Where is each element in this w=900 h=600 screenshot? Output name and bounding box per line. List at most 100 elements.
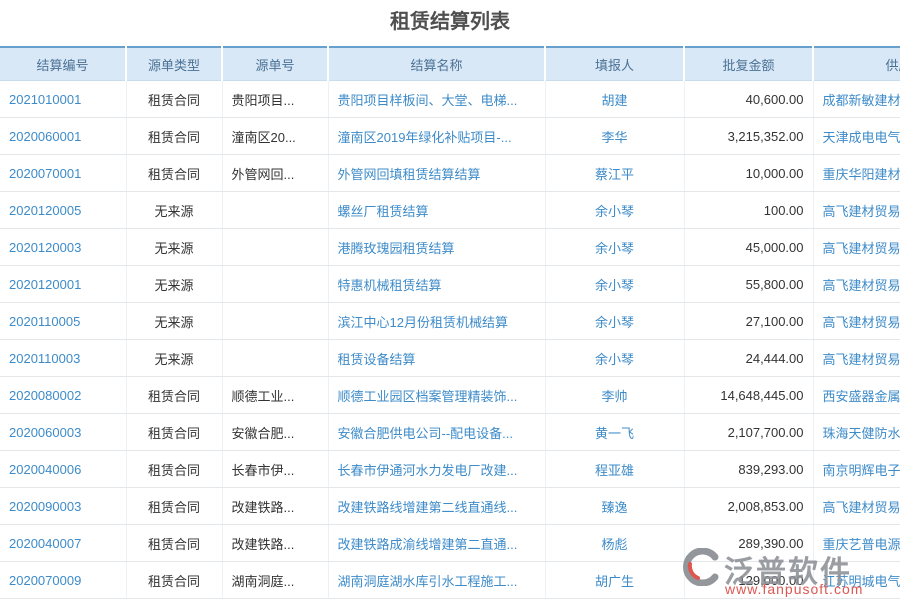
col-header-source-no: 源单号 <box>222 47 328 81</box>
settlement-table: 结算编号源单类型源单号结算名称填报人批复金额供应商 2021010001租赁合同… <box>0 46 900 599</box>
cell-filler[interactable]: 余小琴 <box>545 266 684 303</box>
cell-filler[interactable]: 臻逸 <box>545 488 684 525</box>
cell-filler[interactable]: 余小琴 <box>545 340 684 377</box>
cell-settlement-name[interactable]: 改建铁路成渝线增建第二直通... <box>328 525 545 562</box>
cell-source-type: 无来源 <box>126 192 222 229</box>
table-row[interactable]: 2020090003租赁合同改建铁路...改建铁路线增建第二线直通线...臻逸2… <box>0 488 900 525</box>
cell-supplier[interactable]: 高飞建材贸易有限公司 <box>813 488 900 525</box>
cell-settlement-no[interactable]: 2020110005 <box>0 303 126 340</box>
table-row[interactable]: 2020070001租赁合同外管网回...外管网回填租赁结算结算蔡江平10,00… <box>0 155 900 192</box>
cell-supplier[interactable]: 高飞建材贸易有限公司 <box>813 303 900 340</box>
table-row[interactable]: 2020060001租赁合同潼南区20...潼南区2019年绿化补贴项目-...… <box>0 118 900 155</box>
cell-settlement-name[interactable]: 贵阳项目样板间、大堂、电梯... <box>328 81 545 118</box>
cell-settlement-no[interactable]: 2020060003 <box>0 414 126 451</box>
cell-filler[interactable]: 李华 <box>545 118 684 155</box>
cell-filler[interactable]: 胡建 <box>545 81 684 118</box>
cell-settlement-no[interactable]: 2020080002 <box>0 377 126 414</box>
table-row[interactable]: 2020110003无来源 租赁设备结算余小琴24,444.00高飞建材贸易有限公… <box>0 340 900 377</box>
cell-settlement-no[interactable]: 2020120001 <box>0 266 126 303</box>
cell-supplier[interactable]: 南京明辉电子科技有限公司 <box>813 451 900 488</box>
cell-settlement-no[interactable]: 2020070001 <box>0 155 126 192</box>
col-header-supplier: 供应商 <box>813 47 900 81</box>
cell-source-type: 租赁合同 <box>126 118 222 155</box>
cell-settlement-name[interactable]: 螺丝厂租赁结算 <box>328 192 545 229</box>
cell-settlement-no[interactable]: 2020110003 <box>0 340 126 377</box>
cell-supplier[interactable]: 珠海天健防水有限公司 <box>813 414 900 451</box>
cell-filler[interactable]: 黄一飞 <box>545 414 684 451</box>
cell-settlement-name[interactable]: 外管网回填租赁结算结算 <box>328 155 545 192</box>
cell-supplier[interactable]: 高飞建材贸易有限公司 <box>813 266 900 303</box>
cell-approved-amount: 129,000.00 <box>684 562 813 599</box>
table-row[interactable]: 2021010001租赁合同贵阳项目...贵阳项目样板间、大堂、电梯...胡建4… <box>0 81 900 118</box>
cell-settlement-name[interactable]: 湖南洞庭湖水库引水工程施工... <box>328 562 545 599</box>
cell-settlement-no[interactable]: 2020040006 <box>0 451 126 488</box>
cell-settlement-name[interactable]: 滨江中心12月份租赁机械结算 <box>328 303 545 340</box>
cell-settlement-name[interactable]: 顺德工业园区档案管理精装饰... <box>328 377 545 414</box>
cell-approved-amount: 24,444.00 <box>684 340 813 377</box>
table-header: 结算编号源单类型源单号结算名称填报人批复金额供应商 <box>0 47 900 81</box>
cell-settlement-name[interactable]: 港腾玫瑰园租赁结算 <box>328 229 545 266</box>
cell-supplier[interactable]: 高飞建材贸易有限公司 <box>813 192 900 229</box>
cell-approved-amount: 40,600.00 <box>684 81 813 118</box>
cell-supplier[interactable]: 高飞建材贸易有限公司 <box>813 340 900 377</box>
cell-filler[interactable]: 蔡江平 <box>545 155 684 192</box>
cell-source-type: 租赁合同 <box>126 525 222 562</box>
cell-settlement-no[interactable]: 2020040007 <box>0 525 126 562</box>
cell-settlement-name[interactable]: 长春市伊通河水力发电厂改建... <box>328 451 545 488</box>
cell-approved-amount: 839,293.00 <box>684 451 813 488</box>
table-row[interactable]: 2020040006租赁合同长春市伊...长春市伊通河水力发电厂改建...程亚雄… <box>0 451 900 488</box>
cell-supplier[interactable]: 重庆华阳建材有限公司 <box>813 155 900 192</box>
cell-settlement-no[interactable]: 2020120003 <box>0 229 126 266</box>
cell-settlement-no[interactable]: 2021010001 <box>0 81 126 118</box>
cell-supplier[interactable]: 高飞建材贸易有限公司 <box>813 229 900 266</box>
table-row[interactable]: 2020060003租赁合同安徽合肥...安徽合肥供电公司--配电设备...黄一… <box>0 414 900 451</box>
cell-settlement-no[interactable]: 2020090003 <box>0 488 126 525</box>
cell-filler[interactable]: 余小琴 <box>545 303 684 340</box>
table-row[interactable]: 2020120001无来源特惠机械租赁结算余小琴55,800.00高飞建材贸易有… <box>0 266 900 303</box>
cell-source-no <box>222 266 328 303</box>
cell-supplier[interactable]: 成都新敏建材有限公司 <box>813 81 900 118</box>
cell-source-no <box>222 303 328 340</box>
cell-settlement-no[interactable]: 2020120005 <box>0 192 126 229</box>
table-row[interactable]: 2020070009租赁合同湖南洞庭...湖南洞庭湖水库引水工程施工...胡广生… <box>0 562 900 599</box>
cell-source-no <box>222 340 328 377</box>
cell-source-type: 无来源 <box>126 303 222 340</box>
cell-settlement-name[interactable]: 潼南区2019年绿化补贴项目-... <box>328 118 545 155</box>
cell-supplier[interactable]: 江苏明城电气有限公司 <box>813 562 900 599</box>
cell-settlement-name[interactable]: 特惠机械租赁结算 <box>328 266 545 303</box>
cell-supplier[interactable]: 重庆艺普电源设备有限公司 <box>813 525 900 562</box>
table-row[interactable]: 2020120003无来源 港腾玫瑰园租赁结算余小琴45,000.00高飞建材贸易… <box>0 229 900 266</box>
cell-source-type: 无来源 <box>126 229 222 266</box>
cell-approved-amount: 45,000.00 <box>684 229 813 266</box>
cell-source-type: 租赁合同 <box>126 562 222 599</box>
cell-settlement-name[interactable]: 租赁设备结算 <box>328 340 545 377</box>
cell-filler[interactable]: 胡广生 <box>545 562 684 599</box>
cell-source-no: 改建铁路... <box>222 488 328 525</box>
cell-source-no: 湖南洞庭... <box>222 562 328 599</box>
cell-settlement-no[interactable]: 2020060001 <box>0 118 126 155</box>
cell-settlement-name[interactable]: 安徽合肥供电公司--配电设备... <box>328 414 545 451</box>
cell-filler[interactable]: 余小琴 <box>545 192 684 229</box>
cell-settlement-name[interactable]: 改建铁路线增建第二线直通线... <box>328 488 545 525</box>
cell-source-no: 改建铁路... <box>222 525 328 562</box>
cell-approved-amount: 10,000.00 <box>684 155 813 192</box>
cell-approved-amount: 289,390.00 <box>684 525 813 562</box>
cell-source-no: 外管网回... <box>222 155 328 192</box>
cell-source-type: 租赁合同 <box>126 155 222 192</box>
col-header-settlement-name: 结算名称 <box>328 47 545 81</box>
cell-filler[interactable]: 余小琴 <box>545 229 684 266</box>
cell-filler[interactable]: 杨彪 <box>545 525 684 562</box>
cell-source-type: 无来源 <box>126 340 222 377</box>
table-row[interactable]: 2020110005无来源滨江中心12月份租赁机械结算余小琴27,100.00高… <box>0 303 900 340</box>
table-row[interactable]: 2020080002租赁合同顺德工业...顺德工业园区档案管理精装饰...李帅1… <box>0 377 900 414</box>
cell-source-no <box>222 229 328 266</box>
cell-filler[interactable]: 李帅 <box>545 377 684 414</box>
cell-filler[interactable]: 程亚雄 <box>545 451 684 488</box>
cell-supplier[interactable]: 天津成电电气设备有限公司 <box>813 118 900 155</box>
cell-supplier[interactable]: 西安盛器金属材料有限公司 <box>813 377 900 414</box>
col-header-approved-amount: 批复金额 <box>684 47 813 81</box>
cell-settlement-no[interactable]: 2020070009 <box>0 562 126 599</box>
table-row[interactable]: 2020120005无来源螺丝厂租赁结算余小琴100.00高飞建材贸易有限公司 <box>0 192 900 229</box>
cell-source-no: 长春市伊... <box>222 451 328 488</box>
table-row[interactable]: 2020040007租赁合同改建铁路...改建铁路成渝线增建第二直通...杨彪2… <box>0 525 900 562</box>
